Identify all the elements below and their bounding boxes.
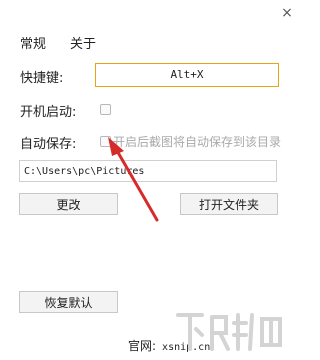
change-button[interactable]: 更改: [19, 193, 118, 215]
settings-window: × 常规 关于 快捷键: Alt+X 开机启动: 自动保存: 开启后截图将自动保…: [0, 0, 300, 360]
close-icon[interactable]: ×: [280, 6, 294, 20]
footer-label: 官网:: [128, 339, 157, 353]
footer: 官网: xsnip.cn: [128, 337, 210, 354]
autosave-checkbox[interactable]: [100, 136, 111, 147]
autosave-label: 自动保存:: [20, 137, 77, 152]
autosave-option-text: 开启后截图将自动保存到该目录: [113, 135, 282, 149]
save-path-field[interactable]: C:\Users\pc\Pictures: [19, 160, 277, 182]
tab-bar: 常规 关于: [20, 33, 96, 52]
hotkey-input[interactable]: Alt+X: [95, 63, 279, 87]
restore-default-button[interactable]: 恢复默认: [19, 291, 118, 313]
tab-about[interactable]: 关于: [70, 33, 96, 52]
tab-general[interactable]: 常规: [20, 33, 46, 52]
hotkey-label: 快捷键:: [20, 71, 64, 86]
startup-label: 开机启动:: [20, 105, 77, 120]
open-folder-button[interactable]: 打开文件夹: [180, 193, 278, 215]
website-link[interactable]: xsnip.cn: [162, 342, 210, 353]
startup-checkbox[interactable]: [100, 104, 111, 115]
